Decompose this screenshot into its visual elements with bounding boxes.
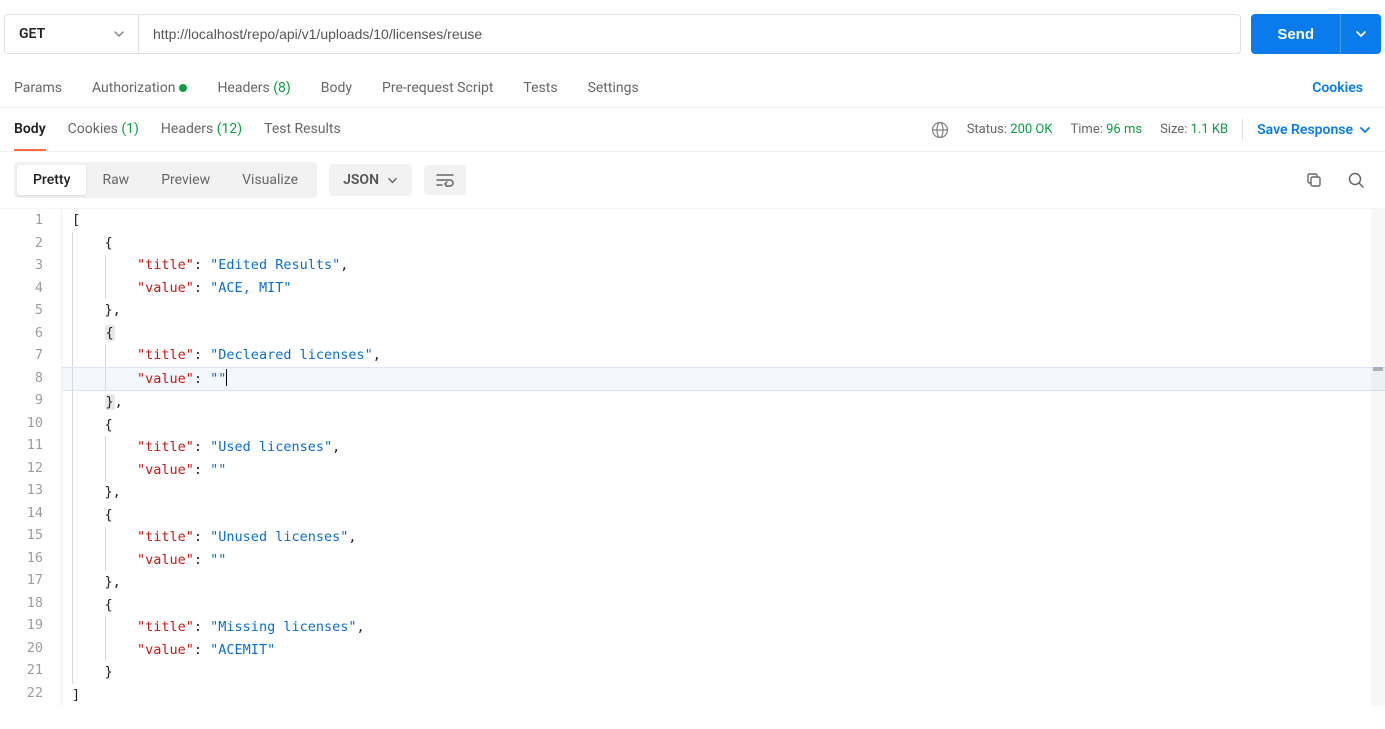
chevron-down-icon — [1359, 124, 1371, 136]
code-line: "title": "Unused licenses", — [62, 526, 1385, 549]
tab-params[interactable]: Params — [14, 80, 62, 96]
response-header: Body Cookies (1) Headers (12) Test Resul… — [0, 108, 1385, 152]
status-value: 200 OK — [1010, 122, 1052, 137]
tab-tests[interactable]: Tests — [523, 80, 557, 96]
code-lines: [{"title": "Edited Results","value": "AC… — [62, 209, 1385, 706]
send-options-button[interactable] — [1340, 14, 1381, 54]
view-bar: Pretty Raw Preview Visualize JSON — [0, 152, 1385, 208]
code-line: { — [62, 322, 1385, 345]
code-line: }, — [62, 299, 1385, 322]
code-line: { — [62, 232, 1385, 255]
tab-body[interactable]: Body — [321, 80, 352, 96]
view-mode-raw[interactable]: Raw — [86, 165, 145, 195]
size-value: 1.1 KB — [1191, 122, 1229, 137]
globe-icon[interactable] — [931, 121, 949, 139]
chevron-down-icon — [1355, 28, 1367, 40]
send-button[interactable]: Send — [1251, 14, 1340, 54]
code-line: { — [62, 504, 1385, 527]
response-tab-testresults[interactable]: Test Results — [264, 109, 341, 151]
code-line: ] — [62, 684, 1385, 707]
code-line: } — [62, 661, 1385, 684]
code-line: { — [62, 414, 1385, 437]
view-mode-visualize[interactable]: Visualize — [226, 165, 314, 195]
tab-prerequest[interactable]: Pre-request Script — [382, 80, 493, 96]
chevron-down-icon — [113, 28, 125, 40]
view-mode-group: Pretty Raw Preview Visualize — [14, 162, 317, 198]
url-input[interactable] — [138, 14, 1241, 54]
tab-authorization[interactable]: Authorization — [92, 80, 187, 96]
response-tab-body[interactable]: Body — [14, 109, 46, 151]
code-line: "value": "ACE, MIT" — [62, 277, 1385, 300]
wrap-icon — [436, 173, 454, 187]
tab-settings[interactable]: Settings — [588, 80, 639, 96]
code-line: "value": "" — [62, 549, 1385, 572]
copy-icon — [1305, 171, 1323, 189]
http-method-select[interactable]: GET — [4, 14, 139, 54]
line-gutter: 12345678910111213141516171819202122 — [0, 209, 62, 706]
time-label: Time: — [1071, 122, 1103, 137]
view-mode-pretty[interactable]: Pretty — [17, 165, 86, 195]
code-line: "title": "Missing licenses", — [62, 616, 1385, 639]
code-line: "value": "" — [62, 459, 1385, 482]
response-tab-headers[interactable]: Headers (12) — [161, 109, 242, 151]
tab-headers[interactable]: Headers (8) — [217, 80, 290, 96]
response-meta: Status: 200 OK Time: 96 ms Size: 1.1 KB — [967, 122, 1228, 137]
time-value: 96 ms — [1106, 122, 1142, 137]
chevron-down-icon — [387, 175, 398, 186]
code-line: [ — [62, 209, 1385, 232]
code-line: "value": "" — [62, 367, 1385, 392]
code-line: }, — [62, 571, 1385, 594]
code-line: "value": "ACEMIT" — [62, 639, 1385, 662]
code-line: "title": "Decleared licenses", — [62, 344, 1385, 367]
wrap-lines-button[interactable] — [424, 165, 466, 195]
save-response-button[interactable]: Save Response — [1257, 122, 1371, 138]
code-line: }, — [62, 481, 1385, 504]
search-icon — [1347, 171, 1365, 189]
copy-button[interactable] — [1299, 165, 1329, 195]
code-line: { — [62, 594, 1385, 617]
code-line: "title": "Edited Results", — [62, 254, 1385, 277]
view-mode-preview[interactable]: Preview — [145, 165, 226, 195]
request-tabs: Params Authorization Headers (8) Body Pr… — [0, 68, 1385, 108]
status-label: Status: — [967, 122, 1007, 137]
response-tab-cookies[interactable]: Cookies (1) — [68, 109, 139, 151]
format-select[interactable]: JSON — [329, 164, 412, 196]
size-label: Size: — [1160, 122, 1187, 137]
search-button[interactable] — [1341, 165, 1371, 195]
status-dot-icon — [179, 84, 187, 92]
code-line: "title": "Used licenses", — [62, 436, 1385, 459]
http-method-value: GET — [19, 26, 45, 42]
response-body-viewer[interactable]: 12345678910111213141516171819202122 [{"t… — [0, 208, 1385, 706]
cookies-link[interactable]: Cookies — [1312, 80, 1381, 96]
code-line: }, — [62, 391, 1385, 414]
